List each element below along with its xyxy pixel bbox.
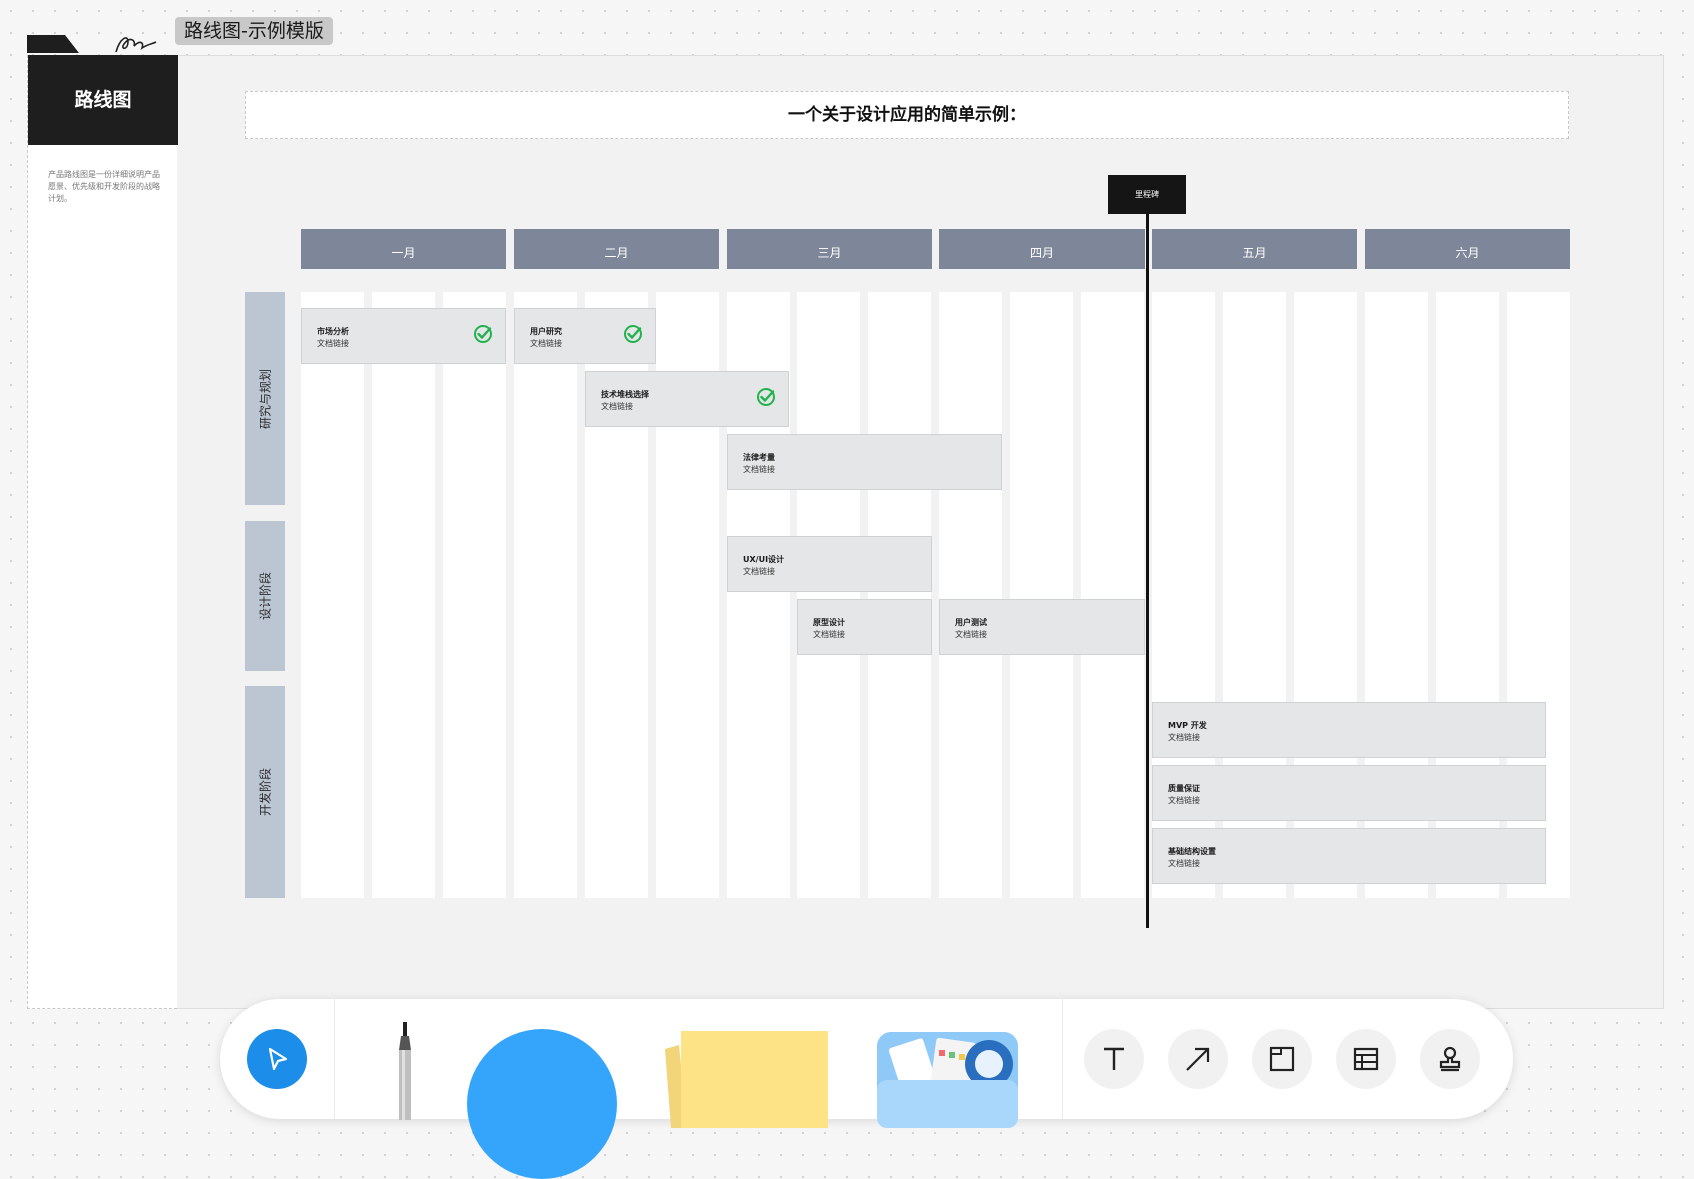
month-header-mar[interactable]: 三月 (727, 229, 932, 269)
month-header-jan[interactable]: 一月 (301, 229, 506, 269)
task-name: 法律考量 (743, 453, 775, 462)
frame-icon (1269, 1046, 1295, 1072)
task-name: 原型设计 (813, 618, 845, 627)
toolbar-divider (334, 999, 335, 1119)
folder-tab-icon (27, 35, 79, 53)
task-name: 用户测试 (955, 618, 987, 627)
month-header-jun[interactable]: 六月 (1365, 229, 1570, 269)
task-doc-link[interactable]: 文档链接 (530, 338, 562, 349)
table-icon (1353, 1047, 1379, 1071)
week-column (372, 292, 435, 898)
scribble-icon (115, 37, 157, 53)
month-header-feb[interactable]: 二月 (514, 229, 719, 269)
task-card[interactable]: 质量保证 文档链接 (1152, 765, 1546, 821)
toolbar-divider (1062, 999, 1063, 1119)
milestone-line[interactable] (1146, 214, 1149, 928)
task-card[interactable]: 基础结构设置 文档链接 (1152, 828, 1546, 884)
task-doc-link[interactable]: 文档链接 (1168, 858, 1200, 869)
task-name: UX/UI设计 (743, 555, 785, 564)
lane-development[interactable]: 开发阶段 (245, 686, 285, 898)
task-card[interactable]: UX/UI设计 文档链接 (727, 536, 932, 592)
task-name: 技术堆栈选择 (601, 390, 649, 399)
task-name: 用户研究 (530, 327, 562, 336)
task-doc-link[interactable]: 文档链接 (813, 629, 845, 640)
task-name: 质量保证 (1168, 784, 1200, 793)
shape-icon[interactable] (467, 1029, 617, 1179)
sticky-note-icon[interactable] (653, 1031, 828, 1128)
month-header-may[interactable]: 五月 (1152, 229, 1357, 269)
sidebar-panel: 路线图 产品路线图是一份详细说明产品愿景、优先级和开发阶段的战略计划。 (27, 55, 178, 1009)
lane-label: 研究与规划 (258, 368, 273, 429)
stamp-tool-button[interactable] (1420, 1029, 1480, 1089)
frame-tool-button[interactable] (1252, 1029, 1312, 1089)
task-card[interactable]: MVP 开发 文档链接 (1152, 702, 1546, 758)
task-doc-link[interactable]: 文档链接 (1168, 795, 1200, 806)
week-column (301, 292, 364, 898)
task-card[interactable]: 市场分析 文档链接 (301, 308, 506, 364)
media-icon[interactable] (877, 1032, 1018, 1128)
arrow-icon (1186, 1047, 1210, 1071)
task-doc-link[interactable]: 文档链接 (317, 338, 349, 349)
check-circle-icon (624, 325, 642, 343)
lane-label: 设计阶段 (258, 571, 273, 621)
pen-icon[interactable] (395, 1022, 415, 1120)
task-name: 市场分析 (317, 327, 349, 336)
week-column (797, 292, 860, 898)
task-name: MVP 开发 (1168, 721, 1207, 730)
week-column (868, 292, 931, 898)
task-doc-link[interactable]: 文档链接 (743, 566, 775, 577)
task-doc-link[interactable]: 文档链接 (955, 629, 987, 640)
text-tool-button[interactable] (1084, 1029, 1144, 1089)
task-card[interactable]: 法律考量 文档链接 (727, 434, 1002, 490)
stamp-icon (1439, 1046, 1461, 1072)
arrow-tool-button[interactable] (1168, 1029, 1228, 1089)
task-card[interactable]: 用户测试 文档链接 (939, 599, 1145, 655)
week-column (1081, 292, 1144, 898)
lane-label: 开发阶段 (258, 767, 273, 817)
check-circle-icon (474, 325, 492, 343)
table-tool-button[interactable] (1336, 1029, 1396, 1089)
month-header-apr[interactable]: 四月 (939, 229, 1145, 269)
milestone-marker[interactable]: 里程碑 (1108, 175, 1186, 214)
task-doc-link[interactable]: 文档链接 (601, 401, 633, 412)
task-name: 基础结构设置 (1168, 847, 1216, 856)
task-doc-link[interactable]: 文档链接 (1168, 732, 1200, 743)
text-icon (1104, 1047, 1124, 1070)
sidebar-description[interactable]: 产品路线图是一份详细说明产品愿景、优先级和开发阶段的战略计划。 (48, 169, 160, 205)
week-column (443, 292, 506, 898)
select-icon (268, 1047, 288, 1071)
roadmap-title[interactable]: 一个关于设计应用的简单示例： (245, 91, 1569, 139)
task-doc-link[interactable]: 文档链接 (743, 464, 775, 475)
task-card[interactable]: 技术堆栈选择 文档链接 (585, 371, 789, 427)
task-card[interactable]: 原型设计 文档链接 (797, 599, 932, 655)
lane-research-planning[interactable]: 研究与规划 (245, 292, 285, 505)
task-card[interactable]: 用户研究 文档链接 (514, 308, 656, 364)
week-column (1010, 292, 1073, 898)
check-circle-icon (757, 388, 775, 406)
select-tool-button[interactable] (247, 1029, 307, 1089)
lane-design[interactable]: 设计阶段 (245, 521, 285, 671)
week-column (939, 292, 1002, 898)
frame-title-tab[interactable]: 路线图-示例模版 (175, 17, 333, 45)
week-column (514, 292, 577, 898)
sidebar-heading[interactable]: 路线图 (28, 55, 178, 145)
